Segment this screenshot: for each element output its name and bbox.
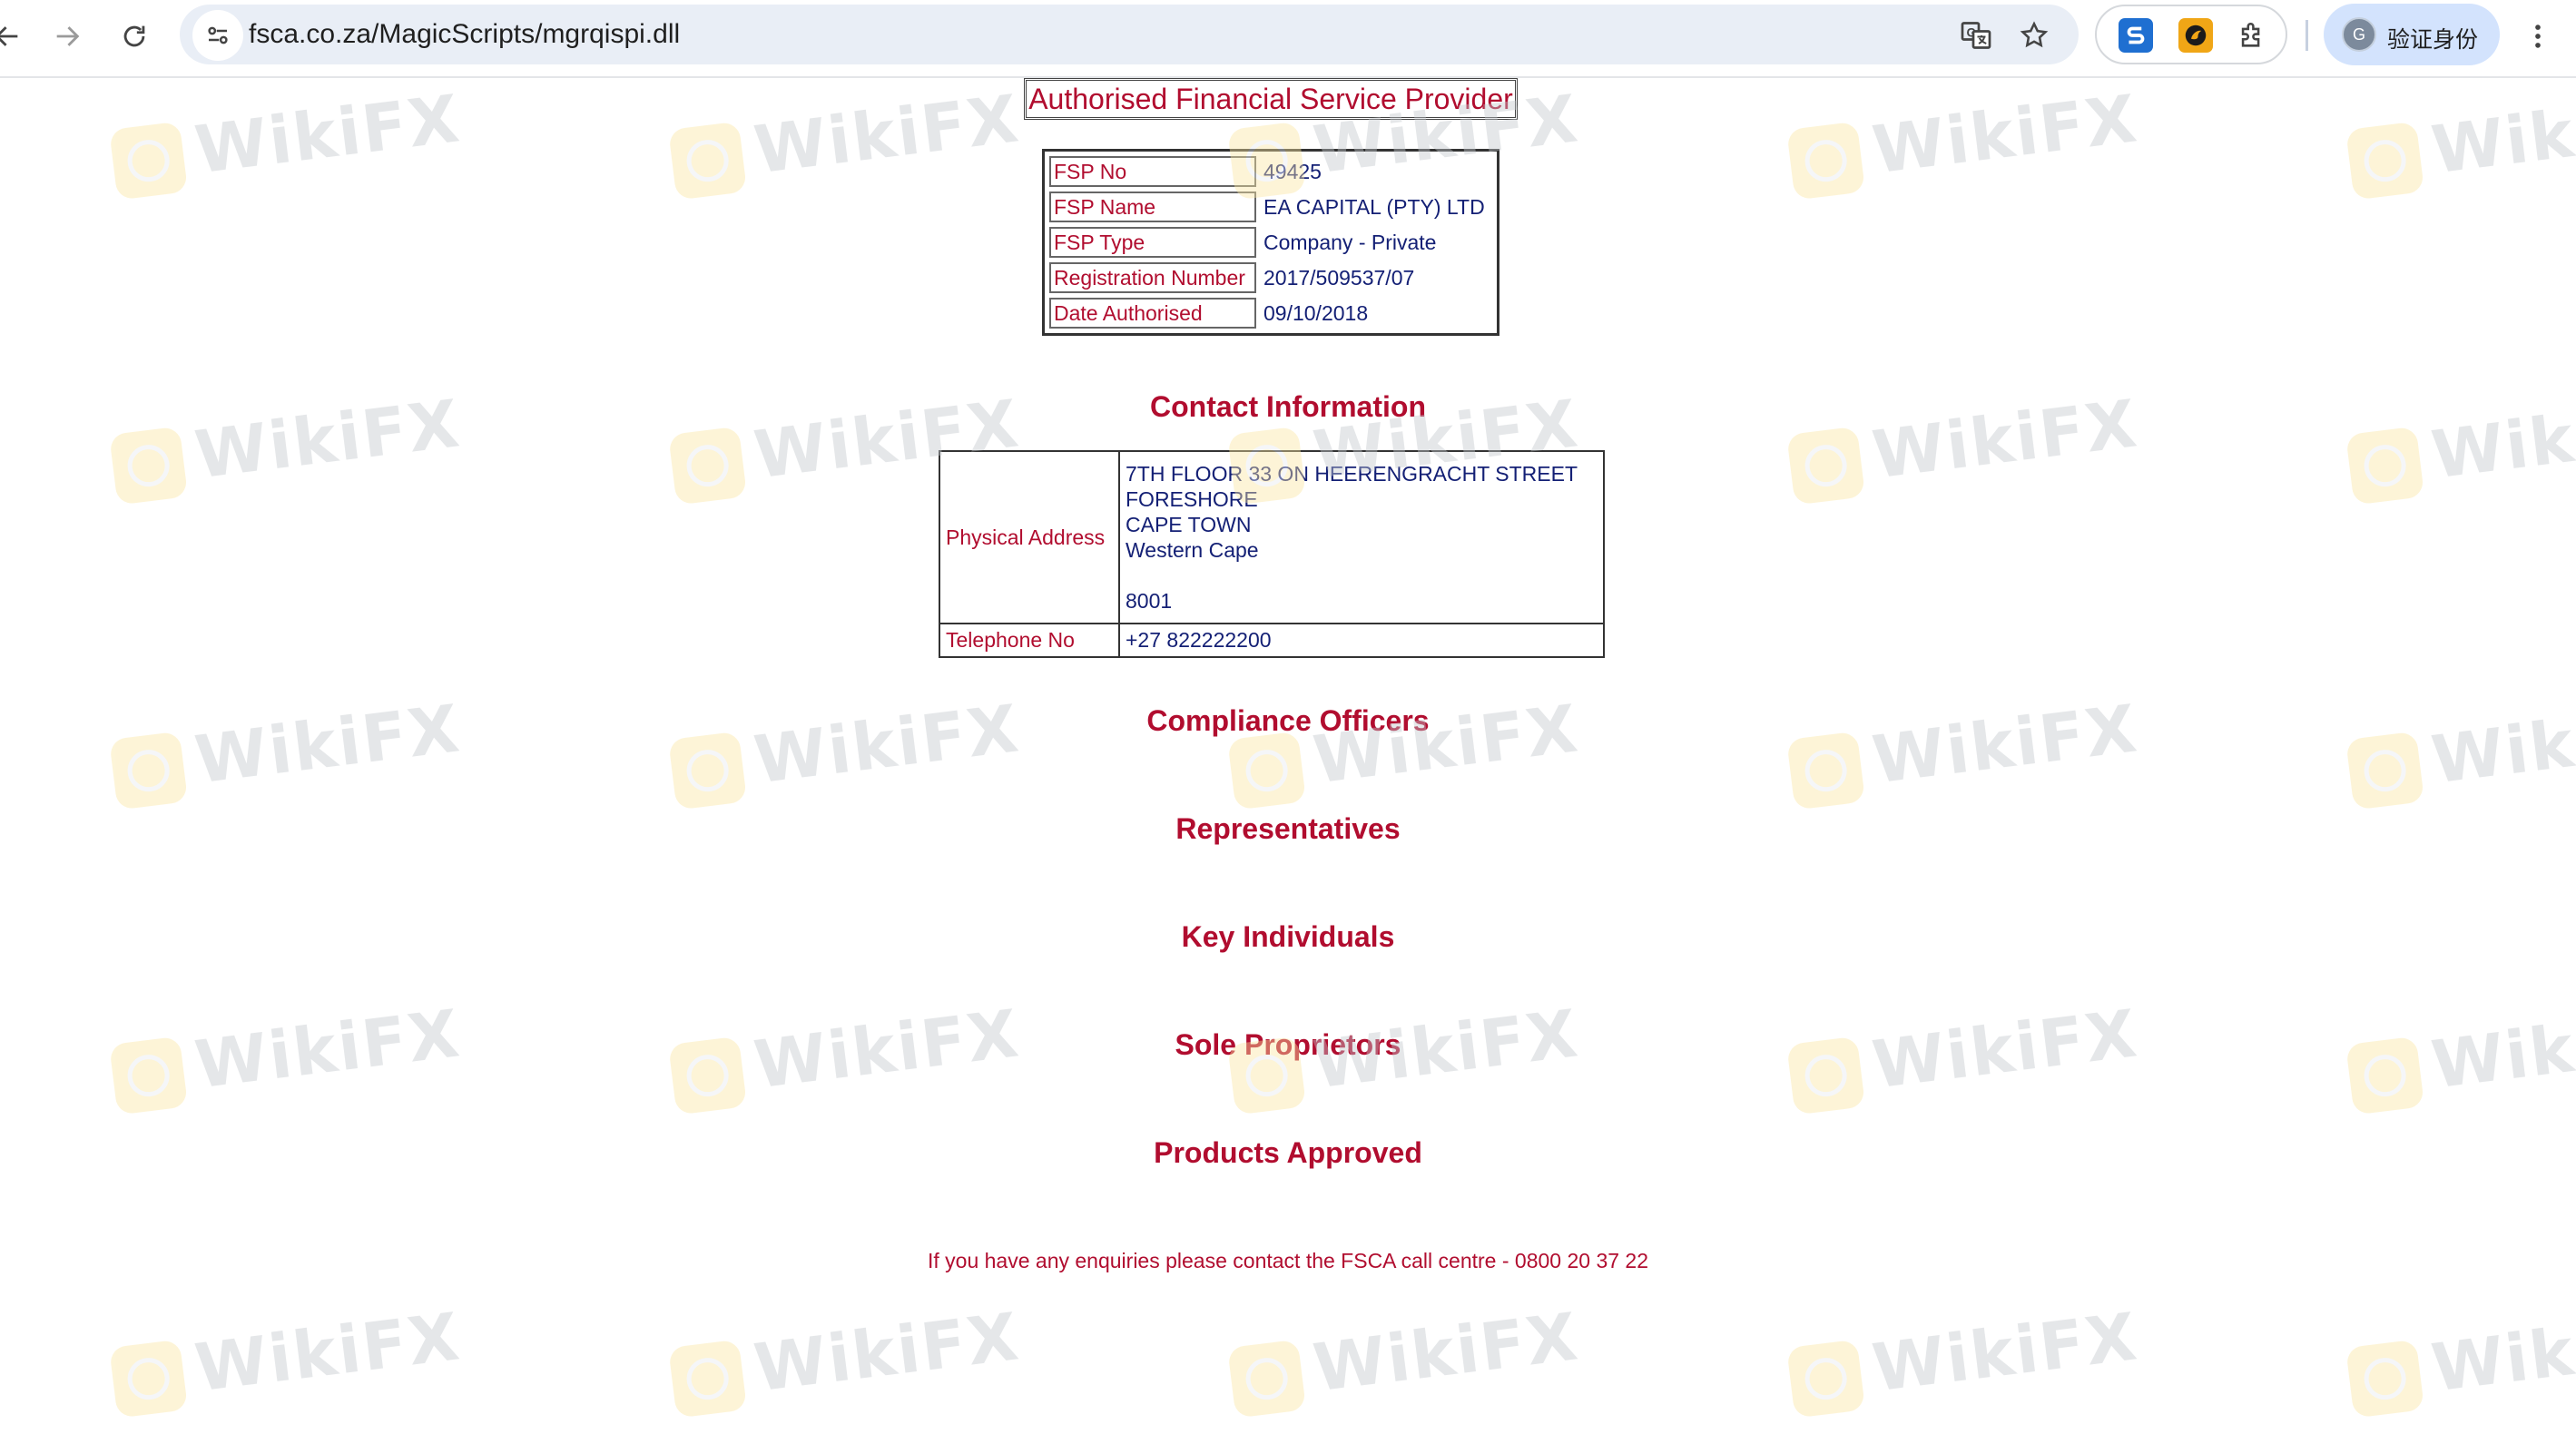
telephone-value: +27 822222200 [1120,623,1603,656]
address-line: Western Cape [1126,538,1259,562]
telephone-label: Telephone No [940,623,1120,656]
enquiries-note: If you have any enquiries please contact… [928,1249,1648,1272]
address-line: CAPE TOWN [1126,513,1252,536]
menu-icon [2535,25,2541,48]
fsp-type-label: FSP Type [1049,227,1256,258]
reload-icon [123,25,145,47]
page-content: Authorised Financial Service Provider FS… [0,78,2576,1383]
contact-information-heading: Contact Information [1150,390,1426,423]
date-authorised-label: Date Authorised [1049,298,1256,329]
back-arrow-icon [0,26,18,46]
site-info-icon [208,26,228,44]
reload-button[interactable] [107,9,162,64]
address-bar[interactable]: fsca.co.za/MagicScripts/mgrqispi.dll G [180,5,2079,64]
fsp-no-label: FSP No [1049,156,1256,187]
registration-number-value: 2017/509537/07 [1263,265,1415,290]
products-approved-heading: Products Approved [1154,1136,1422,1169]
forward-button[interactable] [40,9,94,64]
table-row: Date Authorised 09/10/2018 [1049,298,1492,329]
representatives-heading: Representatives [1175,812,1401,845]
profile-label: 验证身份 [2387,26,2479,53]
table-row: Physical Address 7TH FLOOR 33 ON HEERENG… [940,452,1603,623]
physical-address-value: 7TH FLOOR 33 ON HEERENGRACHT STREET FORE… [1120,452,1603,623]
bookmark-button[interactable] [2011,13,2057,58]
address-line: FORESHORE [1126,487,1258,511]
browser-menu-button[interactable] [2512,9,2563,64]
date-authorised-value: 09/10/2018 [1263,300,1369,325]
star-icon [2020,21,2049,48]
site-info-button[interactable] [192,10,243,61]
table-row: Telephone No +27 822222200 [940,623,1603,656]
browser-toolbar: fsca.co.za/MagicScripts/mgrqispi.dll G G… [0,0,2576,78]
toolbar-divider [2306,20,2308,51]
puzzle-icon [2241,23,2260,47]
extension-orange-icon [2185,25,2207,46]
extension-s-icon [2127,26,2145,44]
extensions-menu-button[interactable] [2235,18,2269,53]
registration-number-label: Registration Number [1049,262,1256,293]
extensions-group [2095,5,2287,64]
table-row: FSP Name EA CAPITAL (PTY) LTD [1049,192,1492,222]
fsp-name-value: EA CAPITAL (PTY) LTD [1263,194,1485,219]
table-row: FSP Type Company - Private [1049,227,1492,258]
table-row: FSP No 49425 [1049,156,1492,187]
page-title: Authorised Financial Service Provider [1024,78,1518,120]
url-text[interactable]: fsca.co.za/MagicScripts/mgrqispi.dll [249,19,680,50]
forward-arrow-icon [56,26,80,46]
address-block: 7TH FLOOR 33 ON HEERENGRACHT STREET FORE… [1126,461,1598,614]
sole-proprietors-heading: Sole Proprietors [1175,1028,1401,1061]
address-line [1126,563,1598,588]
key-individuals-heading: Key Individuals [1181,920,1395,953]
fsp-details-table: FSP No 49425 FSP Name EA CAPITAL (PTY) L… [1042,149,1499,336]
contact-table: Physical Address 7TH FLOOR 33 ON HEERENG… [939,450,1605,658]
table-row: Registration Number 2017/509537/07 [1049,262,1492,293]
extension-s-button[interactable] [2119,18,2153,53]
address-line: 8001 [1126,589,1173,613]
fsp-name-label: FSP Name [1049,192,1256,222]
fsp-type-value: Company - Private [1263,230,1437,254]
fsp-no-value: 49425 [1263,159,1322,183]
profile-button[interactable]: G 验证身份 [2324,4,2500,65]
avatar: G [2342,17,2376,52]
physical-address-label: Physical Address [940,452,1120,623]
back-button[interactable] [0,9,34,64]
address-line: 7TH FLOOR 33 ON HEERENGRACHT STREET [1126,462,1578,486]
translate-button[interactable]: G [1953,13,1999,58]
translate-icon: G [1961,22,1991,49]
compliance-officers-heading: Compliance Officers [1146,704,1430,737]
extension-orange-button[interactable] [2178,18,2213,53]
